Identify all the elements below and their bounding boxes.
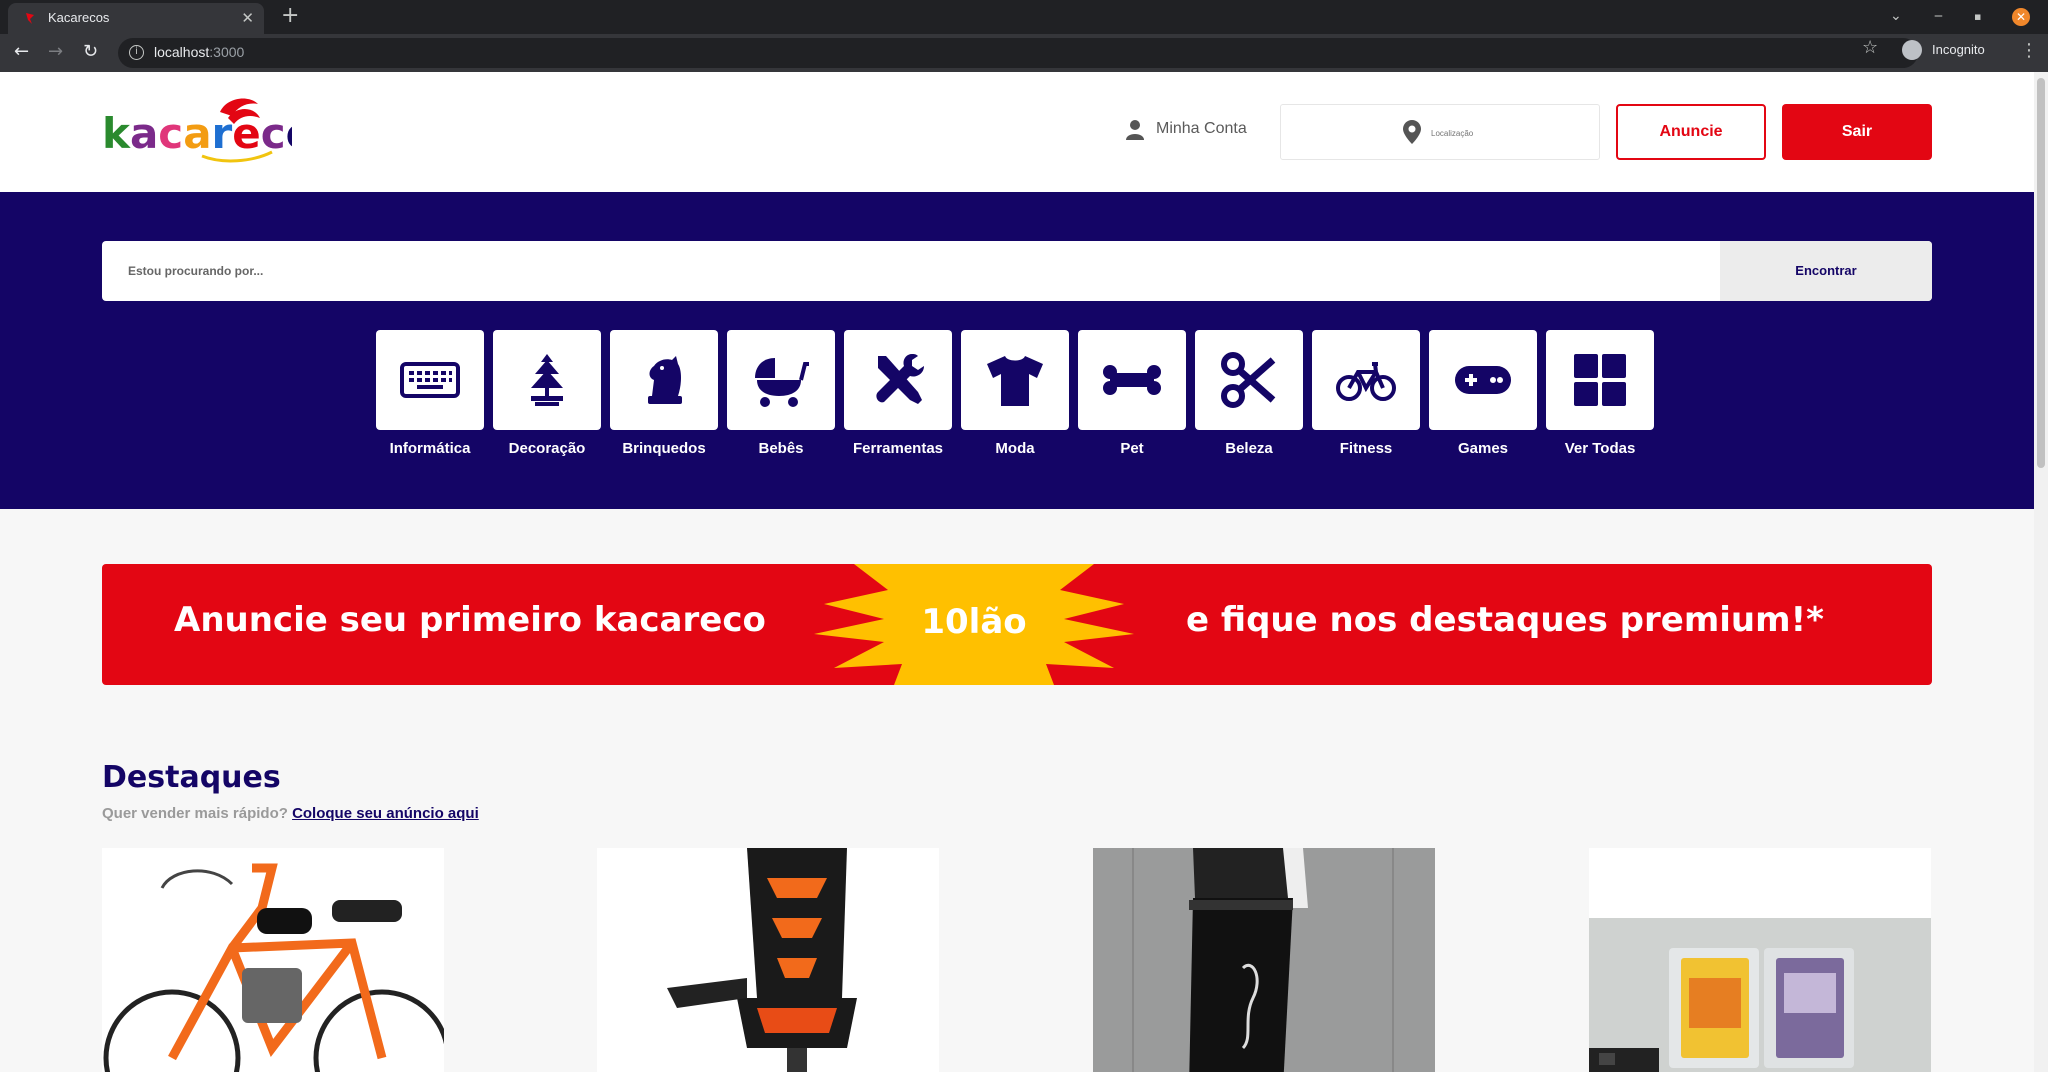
site-header: kacareco Minha Conta Anuncie Sair bbox=[0, 72, 2034, 192]
featured-subtitle: Quer vender mais rápido? Coloque seu anú… bbox=[102, 805, 479, 822]
map-pin-icon bbox=[1403, 120, 1421, 144]
category-tile[interactable] bbox=[1312, 330, 1420, 430]
bone-icon bbox=[1103, 365, 1161, 395]
svg-text:kacareco: kacareco bbox=[102, 109, 292, 158]
featured-title: Destaques bbox=[102, 760, 281, 795]
incognito-icon bbox=[1902, 40, 1922, 60]
starburst-badge: 10lão bbox=[814, 564, 1134, 685]
search-button[interactable]: Encontrar bbox=[1720, 241, 1932, 301]
back-icon[interactable]: ← bbox=[14, 42, 29, 62]
bookmark-star-icon[interactable]: ☆ bbox=[1862, 37, 1878, 58]
post-ad-link[interactable]: Coloque seu anúncio aqui bbox=[292, 805, 479, 822]
category-tile[interactable] bbox=[376, 330, 484, 430]
gamepad-icon bbox=[1455, 366, 1511, 394]
category-tile[interactable] bbox=[961, 330, 1069, 430]
promo-banner[interactable]: Anuncie seu primeiro kacareco 10lão e fi… bbox=[102, 564, 1932, 685]
reload-icon[interactable]: ↻ bbox=[83, 42, 98, 62]
category-tile[interactable] bbox=[493, 330, 601, 430]
incognito-label: Incognito bbox=[1932, 42, 1985, 57]
announce-button[interactable]: Anuncie bbox=[1616, 104, 1766, 160]
featured-card[interactable] bbox=[597, 848, 939, 1072]
location-input[interactable] bbox=[1431, 123, 1581, 143]
category-label: Ver Todas bbox=[1564, 440, 1636, 457]
browser-toolbar: ← → ↻ i localhost:3000 ☆ Incognito ⋮ bbox=[0, 34, 2048, 72]
banner-left-text: Anuncie seu primeiro kacareco bbox=[174, 600, 766, 640]
window-close-icon[interactable]: ✕ bbox=[2012, 8, 2030, 26]
keyboard-icon bbox=[400, 362, 460, 398]
location-field[interactable] bbox=[1280, 104, 1600, 160]
category-list: Informática Decoração Brinquedos Bebês F… bbox=[376, 330, 1666, 470]
scissors-icon bbox=[1221, 352, 1276, 408]
browser-tab-strip: Kacarecos ✕ + ⌄ ‒ ▪ ✕ bbox=[0, 0, 2048, 34]
banner-right-text: e fique nos destaques premium!* bbox=[1186, 600, 1824, 640]
scrollbar-thumb[interactable] bbox=[2037, 78, 2045, 468]
tshirt-icon bbox=[987, 356, 1043, 406]
minimize-icon[interactable]: ‒ bbox=[1934, 8, 1943, 24]
tab-search-icon[interactable]: ⌄ bbox=[1890, 8, 1902, 24]
chess-knight-icon bbox=[648, 356, 682, 404]
favicon-icon bbox=[26, 13, 34, 24]
product-image bbox=[102, 848, 444, 1072]
kacareco-logo[interactable]: kacareco bbox=[102, 96, 292, 166]
address-bar[interactable]: i localhost:3000 bbox=[118, 38, 1918, 68]
baby-carriage-icon bbox=[755, 358, 809, 407]
category-tile[interactable] bbox=[1546, 330, 1654, 430]
category-tile[interactable] bbox=[1195, 330, 1303, 430]
product-image bbox=[597, 848, 939, 1072]
tab-title: Kacarecos bbox=[48, 10, 110, 25]
page-scrollbar[interactable] bbox=[2034, 72, 2048, 1072]
url-text: localhost:3000 bbox=[154, 44, 245, 60]
site-info-icon[interactable]: i bbox=[129, 45, 144, 60]
lamp-icon bbox=[531, 354, 563, 406]
forward-icon[interactable]: → bbox=[48, 42, 63, 62]
user-icon bbox=[1126, 120, 1144, 140]
category-tile[interactable] bbox=[1078, 330, 1186, 430]
featured-card[interactable] bbox=[1093, 848, 1435, 1072]
banner-center-text: 10lão bbox=[921, 602, 1027, 642]
tools-icon bbox=[876, 354, 924, 404]
search-bar: Encontrar bbox=[102, 241, 1932, 301]
product-image bbox=[1589, 848, 1931, 1072]
featured-card[interactable] bbox=[1589, 848, 1931, 1072]
hero-section: Encontrar Informática bbox=[0, 192, 2034, 509]
maximize-icon[interactable]: ▪ bbox=[1974, 10, 1981, 23]
category-ver-todas[interactable]: Ver Todas bbox=[1546, 330, 1664, 470]
account-label: Minha Conta bbox=[1156, 120, 1247, 137]
page-viewport: kacareco Minha Conta Anuncie Sair Encont… bbox=[0, 72, 2034, 1072]
featured-card[interactable] bbox=[102, 848, 444, 1072]
grid-icon bbox=[1574, 354, 1626, 406]
featured-prompt: Quer vender mais rápido? bbox=[102, 805, 288, 822]
browser-tab[interactable]: Kacarecos ✕ bbox=[8, 3, 264, 34]
category-tile[interactable] bbox=[610, 330, 718, 430]
bicycle-icon bbox=[1336, 362, 1396, 401]
browser-menu-icon[interactable]: ⋮ bbox=[2020, 40, 2038, 61]
new-tab-icon[interactable]: + bbox=[281, 3, 299, 29]
category-tile[interactable] bbox=[844, 330, 952, 430]
search-input[interactable] bbox=[128, 261, 1628, 281]
product-image bbox=[1093, 848, 1435, 1072]
close-tab-icon[interactable]: ✕ bbox=[241, 9, 254, 27]
logout-button[interactable]: Sair bbox=[1782, 104, 1932, 160]
category-tile[interactable] bbox=[1429, 330, 1537, 430]
category-tile[interactable] bbox=[727, 330, 835, 430]
